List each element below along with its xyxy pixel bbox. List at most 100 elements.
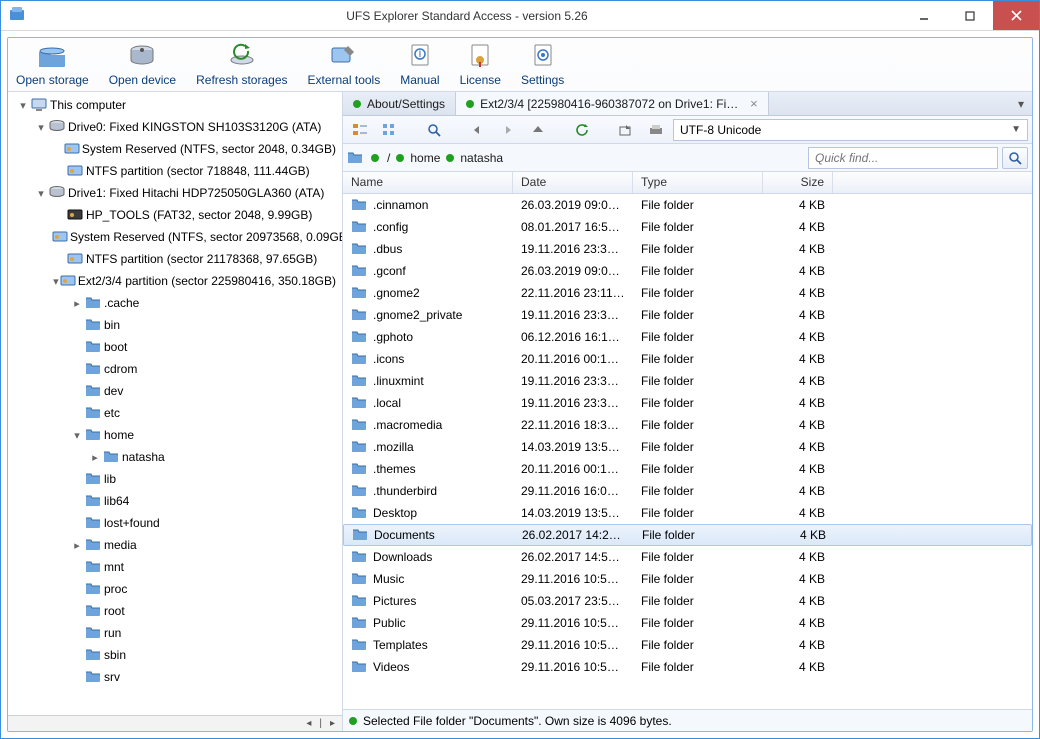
quickfind-input[interactable]: [808, 147, 998, 169]
breadcrumb-root-icon[interactable]: [347, 150, 363, 166]
tab-about[interactable]: About/Settings: [343, 92, 456, 115]
export-icon[interactable]: [613, 119, 639, 141]
tree-item[interactable]: ▾home: [8, 424, 342, 446]
tree-item[interactable]: boot: [8, 336, 342, 358]
file-row[interactable]: Documents26.02.2017 14:20:11File folder4…: [343, 524, 1032, 546]
sidebar-hscroll[interactable]: ◂ | ▸: [8, 715, 342, 731]
expand-icon[interactable]: ▾: [52, 275, 60, 288]
tree-item[interactable]: NTFS partition (sector 21178368, 97.65GB…: [8, 248, 342, 270]
file-row[interactable]: .gphoto06.12.2016 16:18:35File folder4 K…: [343, 326, 1032, 348]
expand-icon[interactable]: ▾: [70, 429, 84, 442]
nav-up-icon[interactable]: [525, 119, 551, 141]
breadcrumb-seg-0[interactable]: /: [387, 151, 390, 165]
file-row[interactable]: Videos29.11.2016 10:53:57File folder4 KB: [343, 656, 1032, 678]
file-row[interactable]: .icons20.11.2016 00:16:12File folder4 KB: [343, 348, 1032, 370]
expand-icon[interactable]: ▸: [88, 451, 102, 464]
col-name[interactable]: Name: [343, 172, 513, 193]
list-view-icon[interactable]: [377, 119, 403, 141]
encoding-select[interactable]: UTF-8 Unicode ▼: [673, 119, 1028, 141]
tree-item[interactable]: mnt: [8, 556, 342, 578]
tree-item[interactable]: dev: [8, 380, 342, 402]
toolbar-open-device[interactable]: Open device: [109, 42, 176, 87]
toolbar-license[interactable]: License: [460, 42, 501, 87]
file-row[interactable]: Music29.11.2016 10:53:57File folder4 KB: [343, 568, 1032, 590]
storage-tree[interactable]: ▾This computer▾Drive0: Fixed KINGSTON SH…: [8, 92, 342, 715]
tree-item[interactable]: bin: [8, 314, 342, 336]
hscroll-left-icon[interactable]: ◂: [303, 718, 314, 729]
expand-icon[interactable]: ▸: [70, 297, 84, 310]
tree-item[interactable]: HP_TOOLS (FAT32, sector 2048, 9.99GB): [8, 204, 342, 226]
file-row[interactable]: .gnome2_private19.11.2016 23:37:36File f…: [343, 304, 1032, 326]
file-row[interactable]: .themes20.11.2016 00:16:12File folder4 K…: [343, 458, 1032, 480]
col-size[interactable]: Size: [763, 172, 833, 193]
tree-view-icon[interactable]: [347, 119, 373, 141]
cell-size: 4 KB: [763, 198, 833, 212]
toolbar-settings[interactable]: Settings: [521, 42, 564, 87]
tab-menu-icon[interactable]: ▾: [1010, 97, 1032, 111]
cell-date: 29.11.2016 10:53:57: [513, 572, 633, 586]
file-row[interactable]: .local19.11.2016 23:36:47File folder4 KB: [343, 392, 1032, 414]
file-row[interactable]: .thunderbird29.11.2016 16:09:33File fold…: [343, 480, 1032, 502]
tree-item[interactable]: System Reserved (NTFS, sector 2048, 0.34…: [8, 138, 342, 160]
breadcrumb-seg-2[interactable]: natasha: [460, 151, 503, 165]
file-row[interactable]: Public29.11.2016 10:53:57File folder4 KB: [343, 612, 1032, 634]
toolbar-refresh-storages[interactable]: Refresh storages: [196, 42, 287, 87]
nav-forward-icon[interactable]: [495, 119, 521, 141]
tab-ext[interactable]: Ext2/3/4 [225980416-960387072 on Drive1:…: [456, 92, 769, 115]
close-button[interactable]: [993, 1, 1039, 30]
file-row[interactable]: Pictures05.03.2017 23:57:38File folder4 …: [343, 590, 1032, 612]
tree-item[interactable]: ▾Drive0: Fixed KINGSTON SH103S3120G (ATA…: [8, 116, 342, 138]
tree-item[interactable]: etc: [8, 402, 342, 424]
file-row[interactable]: .dbus19.11.2016 23:36:45File folder4 KB: [343, 238, 1032, 260]
tree-item[interactable]: sbin: [8, 644, 342, 666]
file-row[interactable]: Templates29.11.2016 10:53:57File folder4…: [343, 634, 1032, 656]
tree-item[interactable]: root: [8, 600, 342, 622]
cell-type: File folder: [633, 616, 763, 630]
expand-icon[interactable]: ▾: [34, 121, 48, 134]
tree-item[interactable]: ▸media: [8, 534, 342, 556]
nav-back-icon[interactable]: [465, 119, 491, 141]
expand-icon[interactable]: ▸: [70, 539, 84, 552]
tree-item[interactable]: ▸.cache: [8, 292, 342, 314]
tree-item[interactable]: cdrom: [8, 358, 342, 380]
maximize-button[interactable]: [947, 1, 993, 30]
col-date[interactable]: Date: [513, 172, 633, 193]
tree-item[interactable]: run: [8, 622, 342, 644]
toolbar-manual[interactable]: iManual: [400, 42, 439, 87]
print-icon[interactable]: [643, 119, 669, 141]
tree-item[interactable]: NTFS partition (sector 718848, 111.44GB): [8, 160, 342, 182]
minimize-button[interactable]: [901, 1, 947, 30]
col-type[interactable]: Type: [633, 172, 763, 193]
file-row[interactable]: .gnome222.11.2016 23:11:29File folder4 K…: [343, 282, 1032, 304]
cell-date: 19.11.2016 23:37:36: [513, 308, 633, 322]
file-row[interactable]: .cinnamon26.03.2019 09:03:59File folder4…: [343, 194, 1032, 216]
toolbar-open-storage[interactable]: Open storage: [16, 42, 89, 87]
breadcrumb-seg-1[interactable]: home: [410, 151, 440, 165]
tree-item[interactable]: lib: [8, 468, 342, 490]
tab-close-icon[interactable]: ×: [750, 96, 758, 111]
toolbar-external-tools[interactable]: External tools: [308, 42, 381, 87]
tree-item[interactable]: System Reserved (NTFS, sector 20973568, …: [8, 226, 342, 248]
tree-item[interactable]: ▾Ext2/3/4 partition (sector 225980416, 3…: [8, 270, 342, 292]
file-row[interactable]: .config08.01.2017 16:52:28File folder4 K…: [343, 216, 1032, 238]
file-row[interactable]: Downloads26.02.2017 14:50:57File folder4…: [343, 546, 1032, 568]
file-row[interactable]: Desktop14.03.2019 13:56:00File folder4 K…: [343, 502, 1032, 524]
file-row[interactable]: .mozilla14.03.2019 13:53:41File folder4 …: [343, 436, 1032, 458]
expand-icon[interactable]: ▾: [16, 99, 30, 112]
tree-item[interactable]: srv: [8, 666, 342, 688]
file-row[interactable]: .gconf26.03.2019 09:03:55File folder4 KB: [343, 260, 1032, 282]
tree-item[interactable]: ▾Drive1: Fixed Hitachi HDP725050GLA360 (…: [8, 182, 342, 204]
refresh-icon[interactable]: [569, 119, 595, 141]
expand-icon[interactable]: ▾: [34, 187, 48, 200]
tree-item[interactable]: lib64: [8, 490, 342, 512]
file-row[interactable]: .macromedia22.11.2016 18:32:19File folde…: [343, 414, 1032, 436]
hscroll-right-icon[interactable]: ▸: [327, 718, 338, 729]
tree-item[interactable]: ▸natasha: [8, 446, 342, 468]
quickfind-button[interactable]: [1002, 147, 1028, 169]
tree-item[interactable]: proc: [8, 578, 342, 600]
find-icon[interactable]: [421, 119, 447, 141]
tree-item[interactable]: ▾This computer: [8, 94, 342, 116]
file-grid[interactable]: .cinnamon26.03.2019 09:03:59File folder4…: [343, 194, 1032, 709]
file-row[interactable]: .linuxmint19.11.2016 23:37:25File folder…: [343, 370, 1032, 392]
tree-item[interactable]: lost+found: [8, 512, 342, 534]
